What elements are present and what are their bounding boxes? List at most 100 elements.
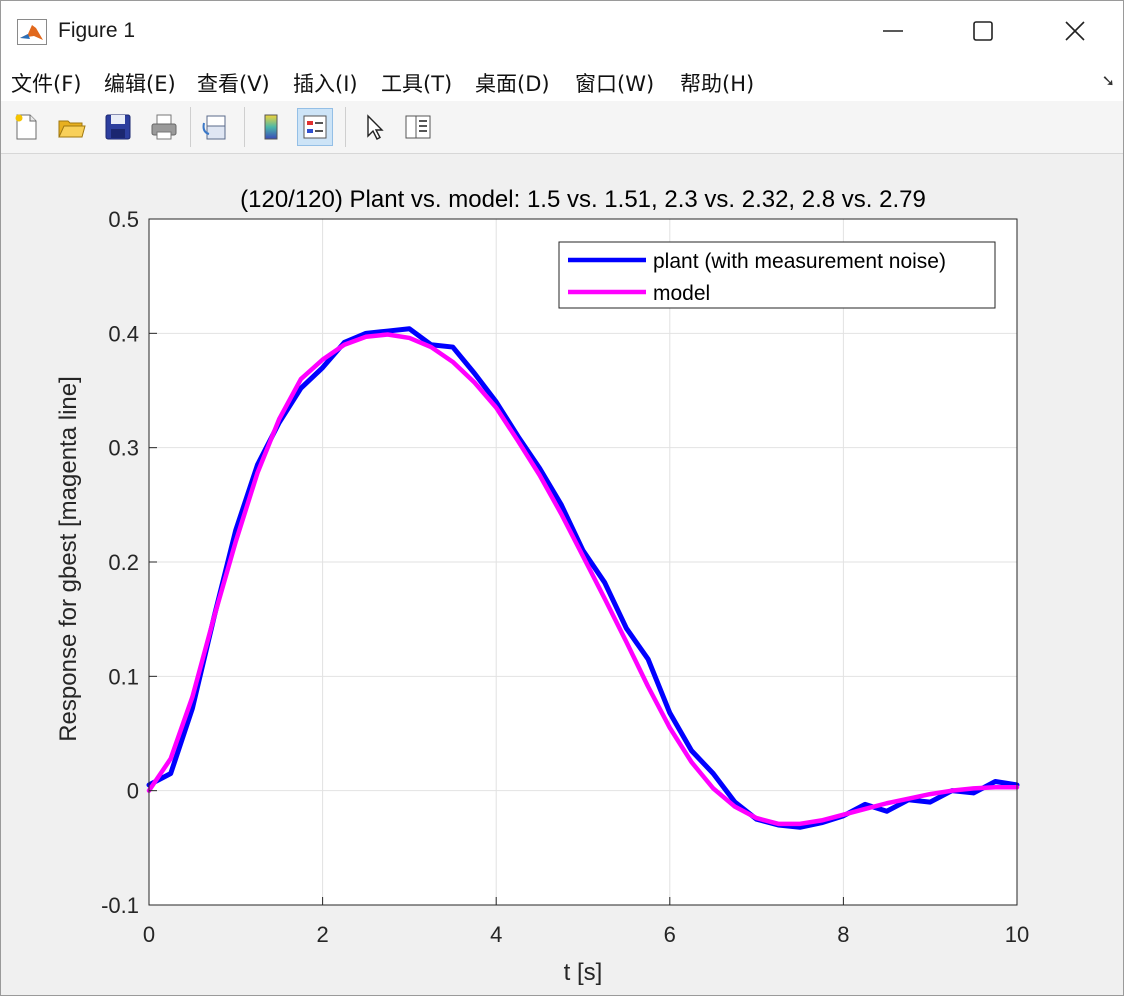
colorbar-button[interactable] [253, 108, 289, 146]
model-data-point [560, 513, 563, 515]
model-data-point [994, 786, 997, 789]
model-data-point [777, 823, 780, 825]
minimize-button[interactable] [847, 1, 939, 61]
menu-file[interactable]: 文件(F) [11, 68, 81, 98]
model-data-point [408, 337, 411, 339]
link-plot-button[interactable] [198, 108, 234, 146]
figure-canvas: 0 2 4 6 8 10 -0.1 0 0.1 0.2 0.3 0.4 0.5 (120/120) Pl… [1, 154, 1123, 995]
y-axis-label: Response for gbest [magenta line] [55, 376, 82, 742]
model-data-point [669, 726, 671, 729]
open-file-icon [58, 120, 86, 138]
x-tick-label: 4 [490, 922, 502, 947]
legend-icon [303, 115, 327, 139]
pointer-button[interactable] [355, 108, 391, 146]
x-axis-label: t [s] [564, 959, 603, 986]
new-figure-icon [15, 114, 37, 140]
plant-data-point [799, 826, 801, 829]
model-data-point [517, 440, 519, 442]
x-tick-label: 6 [664, 922, 676, 947]
plant-data-point [538, 467, 541, 470]
y-tick-label: 0.3 [108, 436, 139, 461]
plant-data-point [473, 372, 476, 375]
plant-data-point [929, 801, 931, 803]
x-tick-label: 2 [316, 922, 328, 947]
print-button[interactable] [146, 108, 182, 146]
model-data-point [343, 343, 346, 346]
save-button[interactable] [100, 108, 136, 146]
model-data-point [169, 757, 172, 760]
menu-edit[interactable]: 编辑(E) [104, 68, 176, 98]
y-tick-label: 0.2 [108, 550, 139, 575]
legend-label-model: model [653, 282, 710, 305]
legend[interactable]: plant (with measurement noise) model [558, 241, 996, 309]
plot-svg[interactable]: 0 2 4 6 8 10-0.100.10.20.30.40.5 (120/120) Pl… [1, 154, 1123, 995]
colorbar-icon [264, 114, 278, 140]
maximize-icon [973, 21, 993, 41]
pointer-icon [367, 114, 384, 140]
model-data-point [755, 817, 758, 819]
model-data-point [278, 418, 281, 420]
model-data-point [495, 406, 498, 409]
plant-data-point [603, 581, 606, 584]
plant-data-point [386, 330, 389, 332]
plant-data-point [169, 772, 172, 775]
y-tick-label: 0.4 [108, 321, 139, 346]
title-bar[interactable]: Figure 1 [1, 1, 1123, 61]
menu-insert[interactable]: 插入(I) [293, 68, 358, 98]
plant-data-point [365, 332, 367, 335]
dock-arrow-icon[interactable]: ➘ [1102, 71, 1115, 90]
new-figure-button[interactable] [8, 108, 44, 146]
legend-label-plant: plant (with measurement noise) [653, 250, 946, 273]
model-data-point [452, 361, 454, 363]
property-inspector-icon [405, 115, 431, 139]
maximize-button[interactable] [937, 1, 1029, 61]
model-data-point [907, 797, 910, 800]
toolbar-separator [244, 107, 245, 147]
model-data-point [300, 378, 302, 380]
menu-bar: 文件(F) 编辑(E) 查看(V) 插入(I) 工具(T) 桌面(D) 窗口(W… [1, 61, 1123, 101]
model-data-point [886, 802, 888, 805]
plant-data-point [321, 366, 324, 369]
close-icon [1065, 21, 1085, 41]
model-data-point [820, 819, 823, 822]
model-data-point [951, 789, 953, 792]
model-data-point [321, 358, 324, 361]
property-inspector-button[interactable] [400, 108, 436, 146]
save-icon [105, 114, 131, 140]
legend-button[interactable] [297, 108, 333, 146]
model-data-point [213, 616, 215, 618]
plant-data-point [994, 780, 997, 783]
plant-data-point [452, 346, 454, 348]
model-data-point [842, 813, 845, 816]
figure-window: Figure 1 文件(F) 编辑(E) 查看(V) 插入(I) 工具(T) 桌… [0, 0, 1124, 996]
menu-tools[interactable]: 工具(T) [381, 68, 452, 98]
plant-data-point [690, 749, 693, 752]
model-data-point [473, 381, 476, 384]
model-data-point [864, 808, 866, 810]
model-data-point [734, 805, 736, 808]
plant-data-point [972, 792, 975, 794]
menu-window[interactable]: 窗口(W) [575, 68, 654, 98]
model-data-point [712, 787, 714, 790]
plant-data-point [886, 810, 888, 813]
plant-data-point [560, 504, 563, 506]
close-button[interactable] [1029, 1, 1121, 61]
link-plot-icon [202, 115, 226, 140]
menu-view[interactable]: 查看(V) [197, 68, 270, 98]
plant-data-point [864, 803, 866, 806]
plant-data-point [300, 387, 302, 390]
model-data-point [690, 761, 693, 763]
open-file-button[interactable] [53, 108, 89, 146]
plant-data-point [625, 627, 628, 630]
y-tick-label: 0.5 [108, 207, 139, 232]
plant-data-point [235, 529, 237, 531]
plant-data-point [495, 401, 498, 403]
menu-help[interactable]: 帮助(H) [680, 68, 754, 98]
plant-data-point [408, 327, 411, 330]
plant-data-point [734, 801, 736, 803]
window-title: Figure 1 [58, 19, 136, 42]
toolbar-separator [345, 107, 346, 147]
plant-data-point [191, 707, 194, 710]
menu-desktop[interactable]: 桌面(D) [475, 68, 550, 98]
model-data-point [603, 597, 606, 600]
